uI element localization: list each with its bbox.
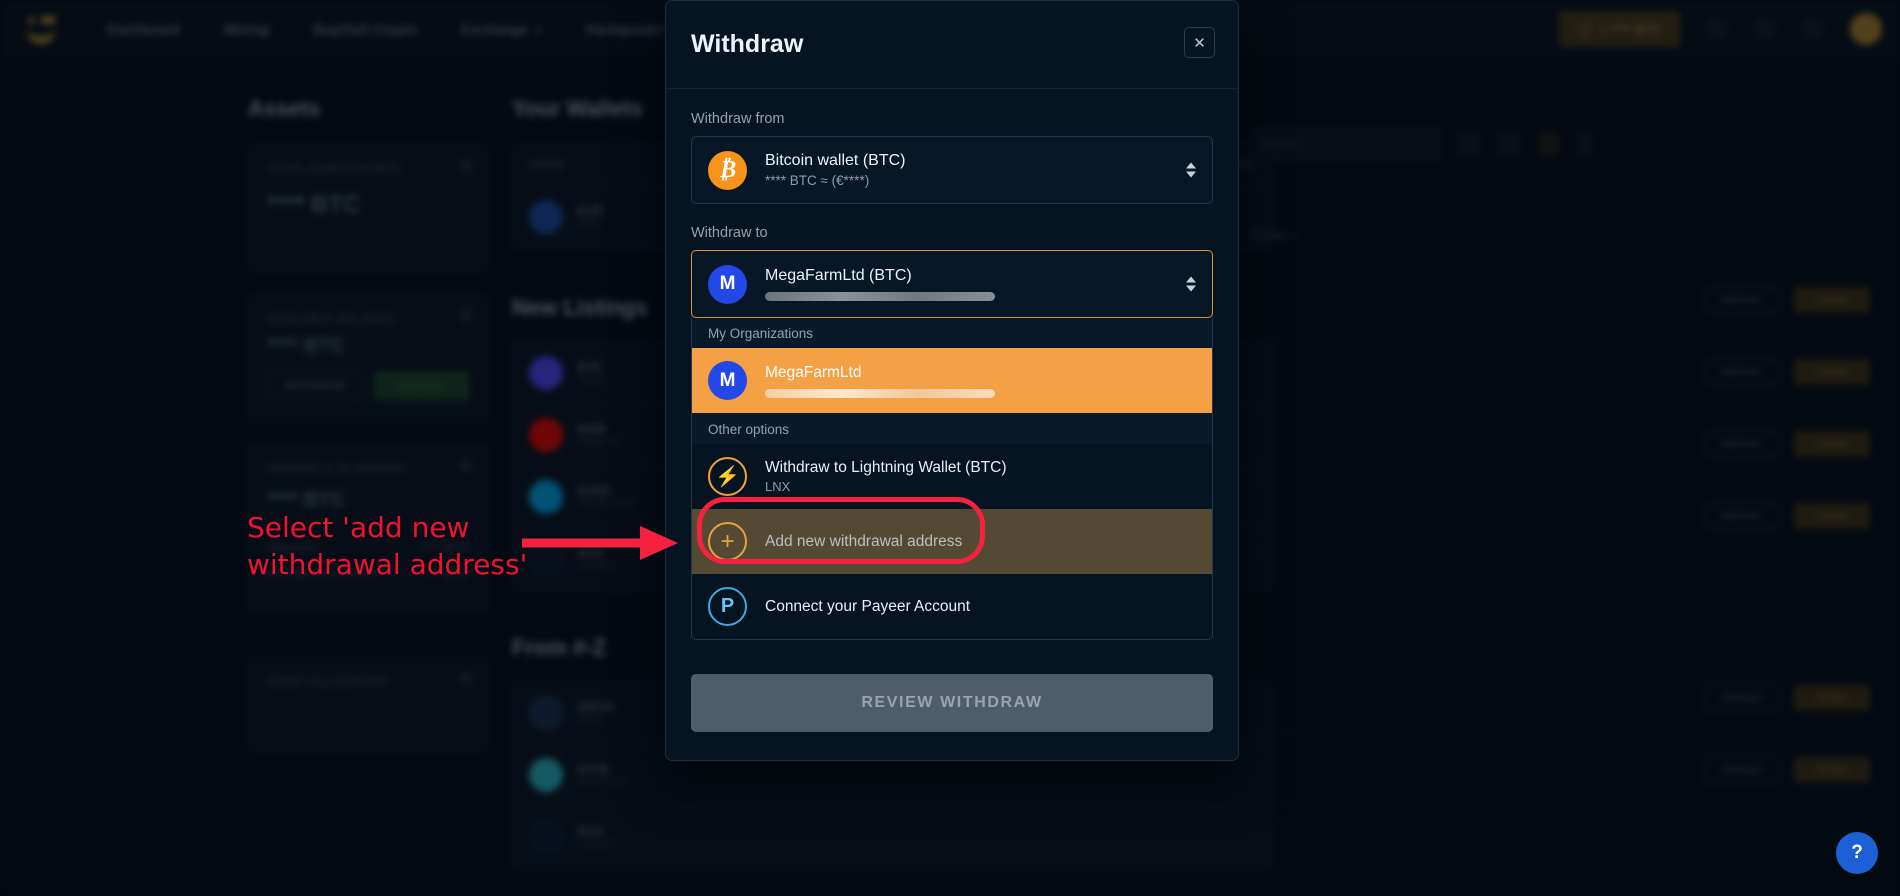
bitcoin-icon: ₿ (708, 150, 747, 190)
option-title: Add new withdrawal address (765, 532, 963, 550)
plus-icon: + (708, 522, 747, 561)
modal-header: Withdraw ✕ (666, 1, 1238, 89)
dropdown-group-my-organizations: My Organizations (692, 317, 1212, 348)
withdraw-to-select[interactable]: M MegaFarmLtd (BTC) (691, 250, 1213, 318)
organization-avatar: M (708, 361, 747, 400)
withdraw-from-subtitle: **** BTC ≈ (€****) (765, 173, 870, 188)
modal-body: Withdraw from ₿ Bitcoin wallet (BTC) ***… (666, 89, 1238, 760)
withdraw-modal: Withdraw ✕ Withdraw from ₿ Bitcoin walle… (665, 0, 1239, 761)
option-title: Withdraw to Lightning Wallet (BTC) (765, 459, 1007, 476)
dropdown-option-add-new-withdrawal-address[interactable]: + Add new withdrawal address (692, 509, 1212, 574)
withdraw-to-dropdown: My Organizations M MegaFarmLtd Other opt… (691, 317, 1213, 640)
close-icon[interactable]: ✕ (1184, 27, 1215, 58)
withdraw-from-label: Withdraw from (691, 111, 785, 127)
dropdown-group-other-options: Other options (692, 413, 1212, 444)
help-button[interactable]: ? (1836, 832, 1878, 874)
dropdown-option-megafarmltd[interactable]: M MegaFarmLtd (692, 348, 1212, 413)
dropdown-option-connect-payeer[interactable]: P Connect your Payeer Account (692, 574, 1212, 639)
option-title: Connect your Payeer Account (765, 597, 971, 615)
withdraw-to-label: Withdraw to (691, 225, 768, 241)
withdraw-to-title: MegaFarmLtd (BTC) (765, 267, 912, 284)
redacted-address (765, 292, 995, 301)
stepper-icon[interactable] (1186, 276, 1196, 292)
review-withdraw-button[interactable]: REVIEW WITHDRAW (691, 674, 1213, 732)
redacted-address (765, 388, 995, 398)
dropdown-option-lightning-wallet[interactable]: ⚡ Withdraw to Lightning Wallet (BTC) LNX (692, 444, 1212, 509)
option-subtitle: LNX (765, 479, 791, 494)
lightning-icon: ⚡ (708, 457, 747, 496)
page-title: Withdraw (691, 30, 804, 58)
payeer-icon: P (708, 587, 747, 626)
screen: Dashboard Mining Buy/Sell Crypto Exchang… (0, 0, 1900, 896)
organization-avatar: M (708, 264, 747, 304)
option-title: MegaFarmLtd (765, 363, 862, 381)
withdraw-from-title: Bitcoin wallet (BTC) (765, 152, 906, 169)
withdraw-from-select[interactable]: ₿ Bitcoin wallet (BTC) **** BTC ≈ (€****… (691, 136, 1213, 204)
stepper-icon[interactable] (1186, 162, 1196, 178)
